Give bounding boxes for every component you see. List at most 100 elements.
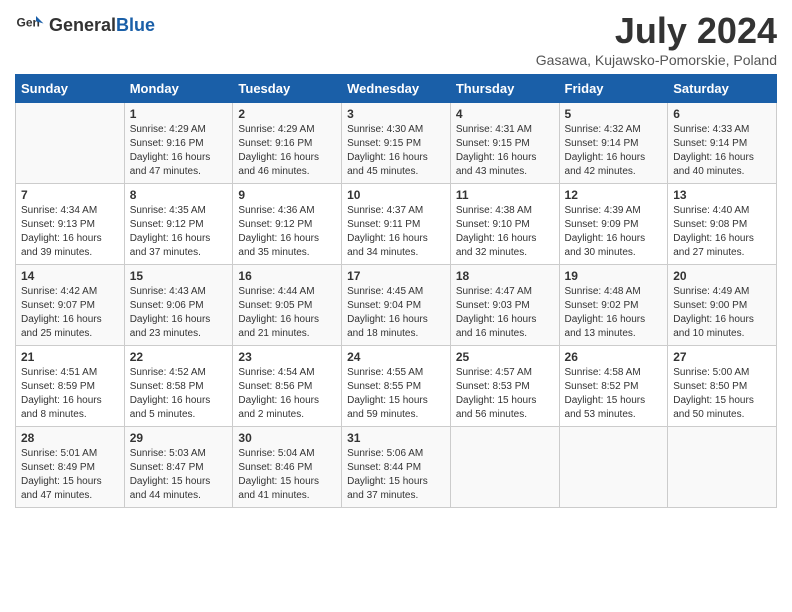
- day-number: 12: [565, 188, 663, 202]
- calendar-cell: 21 Sunrise: 4:51 AM Sunset: 8:59 PM Dayli…: [16, 346, 125, 427]
- calendar-cell: 9Sunrise: 4:36 AM Sunset: 9:12 PM Daylig…: [233, 184, 342, 265]
- day-info: Sunrise: 5:06 AM Sunset: 8:44 PM Dayligh…: [347, 447, 445, 503]
- calendar-cell: 19 Sunrise: 4:48 AM Sunset: 9:02 PM Dayli…: [559, 265, 668, 346]
- day-number: 26: [565, 350, 663, 364]
- day-info: Sunrise: 4:33 AM Sunset: 9:14 PM Dayligh…: [673, 123, 771, 179]
- day-number: 5: [565, 107, 663, 121]
- calendar-cell: 28Sunrise: 5:01 AM Sunset: 8:49 PM Dayli…: [16, 427, 125, 508]
- calendar-cell: 29 Sunrise: 5:03 AM Sunset: 8:47 PM Dayli…: [124, 427, 233, 508]
- main-title: July 2024: [536, 10, 777, 52]
- calendar-cell: 7Sunrise: 4:34 AM Sunset: 9:13 PM Daylig…: [16, 184, 125, 265]
- day-number: 22: [130, 350, 228, 364]
- day-info: Sunrise: 4:52 AM Sunset: 8:58 PM Dayligh…: [130, 366, 228, 422]
- header-saturday: Saturday: [668, 75, 777, 103]
- calendar-cell: [450, 427, 559, 508]
- header-wednesday: Wednesday: [342, 75, 451, 103]
- calendar-cell: 10Sunrise: 4:37 AM Sunset: 9:11 PM Dayli…: [342, 184, 451, 265]
- calendar-cell: 13 Sunrise: 4:40 AM Sunset: 9:08 PM Dayli…: [668, 184, 777, 265]
- calendar-cell: 18Sunrise: 4:47 AM Sunset: 9:03 PM Dayli…: [450, 265, 559, 346]
- day-info: Sunrise: 4:30 AM Sunset: 9:15 PM Dayligh…: [347, 123, 445, 179]
- calendar-cell: 25Sunrise: 4:57 AM Sunset: 8:53 PM Dayli…: [450, 346, 559, 427]
- day-number: 15: [130, 269, 228, 283]
- day-info: Sunrise: 4:31 AM Sunset: 9:15 PM Dayligh…: [456, 123, 554, 179]
- day-info: Sunrise: 4:55 AM Sunset: 8:55 PM Dayligh…: [347, 366, 445, 422]
- day-number: 27: [673, 350, 771, 364]
- header-monday: Monday: [124, 75, 233, 103]
- day-number: 21: [21, 350, 119, 364]
- calendar-cell: 17Sunrise: 4:45 AM Sunset: 9:04 PM Dayli…: [342, 265, 451, 346]
- calendar-cell: [16, 103, 125, 184]
- day-info: Sunrise: 4:36 AM Sunset: 9:12 PM Dayligh…: [238, 204, 336, 260]
- subtitle: Gasawa, Kujawsko-Pomorskie, Poland: [536, 52, 777, 68]
- day-info: Sunrise: 4:54 AM Sunset: 8:56 PM Dayligh…: [238, 366, 336, 422]
- day-number: 7: [21, 188, 119, 202]
- calendar-cell: 24 Sunrise: 4:55 AM Sunset: 8:55 PM Dayli…: [342, 346, 451, 427]
- day-number: 4: [456, 107, 554, 121]
- day-info: Sunrise: 4:47 AM Sunset: 9:03 PM Dayligh…: [456, 285, 554, 341]
- calendar-cell: 2 Sunrise: 4:29 AM Sunset: 9:16 PM Daylig…: [233, 103, 342, 184]
- calendar-cell: 4 Sunrise: 4:31 AM Sunset: 9:15 PM Daylig…: [450, 103, 559, 184]
- calendar-cell: [668, 427, 777, 508]
- header-friday: Friday: [559, 75, 668, 103]
- calendar-cell: 8 Sunrise: 4:35 AM Sunset: 9:12 PM Daylig…: [124, 184, 233, 265]
- day-number: 30: [238, 431, 336, 445]
- day-info: Sunrise: 4:51 AM Sunset: 8:59 PM Dayligh…: [21, 366, 119, 422]
- day-number: 14: [21, 269, 119, 283]
- day-number: 24: [347, 350, 445, 364]
- calendar-cell: 14 Sunrise: 4:42 AM Sunset: 9:07 PM Dayli…: [16, 265, 125, 346]
- day-number: 10: [347, 188, 445, 202]
- calendar-cell: 5 Sunrise: 4:32 AM Sunset: 9:14 PM Daylig…: [559, 103, 668, 184]
- day-number: 1: [130, 107, 228, 121]
- day-info: Sunrise: 5:03 AM Sunset: 8:47 PM Dayligh…: [130, 447, 228, 503]
- day-number: 20: [673, 269, 771, 283]
- calendar-cell: 3Sunrise: 4:30 AM Sunset: 9:15 PM Daylig…: [342, 103, 451, 184]
- day-number: 2: [238, 107, 336, 121]
- day-info: Sunrise: 4:44 AM Sunset: 9:05 PM Dayligh…: [238, 285, 336, 341]
- day-info: Sunrise: 4:29 AM Sunset: 9:16 PM Dayligh…: [130, 123, 228, 179]
- day-number: 19: [565, 269, 663, 283]
- day-number: 23: [238, 350, 336, 364]
- header-thursday: Thursday: [450, 75, 559, 103]
- logo-blue-text: Blue: [116, 15, 155, 35]
- day-info: Sunrise: 5:00 AM Sunset: 8:50 PM Dayligh…: [673, 366, 771, 422]
- header-tuesday: Tuesday: [233, 75, 342, 103]
- day-info: Sunrise: 4:32 AM Sunset: 9:14 PM Dayligh…: [565, 123, 663, 179]
- day-info: Sunrise: 4:45 AM Sunset: 9:04 PM Dayligh…: [347, 285, 445, 341]
- calendar-cell: 12Sunrise: 4:39 AM Sunset: 9:09 PM Dayli…: [559, 184, 668, 265]
- calendar-header-row: SundayMondayTuesdayWednesdayThursdayFrid…: [16, 75, 777, 103]
- week-row-5: 28Sunrise: 5:01 AM Sunset: 8:49 PM Dayli…: [16, 427, 777, 508]
- day-info: Sunrise: 4:29 AM Sunset: 9:16 PM Dayligh…: [238, 123, 336, 179]
- calendar-cell: 11Sunrise: 4:38 AM Sunset: 9:10 PM Dayli…: [450, 184, 559, 265]
- day-number: 6: [673, 107, 771, 121]
- calendar-cell: 16 Sunrise: 4:44 AM Sunset: 9:05 PM Dayli…: [233, 265, 342, 346]
- day-number: 13: [673, 188, 771, 202]
- calendar-cell: 22 Sunrise: 4:52 AM Sunset: 8:58 PM Dayli…: [124, 346, 233, 427]
- calendar-cell: 26Sunrise: 4:58 AM Sunset: 8:52 PM Dayli…: [559, 346, 668, 427]
- calendar-table: SundayMondayTuesdayWednesdayThursdayFrid…: [15, 74, 777, 508]
- header-sunday: Sunday: [16, 75, 125, 103]
- day-number: 25: [456, 350, 554, 364]
- day-number: 16: [238, 269, 336, 283]
- logo-icon: Gen: [15, 10, 45, 40]
- logo-general-text: General: [49, 15, 116, 35]
- day-number: 11: [456, 188, 554, 202]
- day-info: Sunrise: 4:43 AM Sunset: 9:06 PM Dayligh…: [130, 285, 228, 341]
- day-info: Sunrise: 4:49 AM Sunset: 9:00 PM Dayligh…: [673, 285, 771, 341]
- day-info: Sunrise: 4:40 AM Sunset: 9:08 PM Dayligh…: [673, 204, 771, 260]
- day-number: 29: [130, 431, 228, 445]
- day-number: 8: [130, 188, 228, 202]
- calendar-cell: 27 Sunrise: 5:00 AM Sunset: 8:50 PM Dayli…: [668, 346, 777, 427]
- week-row-3: 14 Sunrise: 4:42 AM Sunset: 9:07 PM Dayli…: [16, 265, 777, 346]
- calendar-cell: 31Sunrise: 5:06 AM Sunset: 8:44 PM Dayli…: [342, 427, 451, 508]
- calendar-cell: 15 Sunrise: 4:43 AM Sunset: 9:06 PM Dayli…: [124, 265, 233, 346]
- week-row-2: 7Sunrise: 4:34 AM Sunset: 9:13 PM Daylig…: [16, 184, 777, 265]
- day-info: Sunrise: 4:42 AM Sunset: 9:07 PM Dayligh…: [21, 285, 119, 341]
- calendar-cell: 6 Sunrise: 4:33 AM Sunset: 9:14 PM Daylig…: [668, 103, 777, 184]
- day-info: Sunrise: 5:01 AM Sunset: 8:49 PM Dayligh…: [21, 447, 119, 503]
- logo: Gen GeneralBlue: [15, 10, 155, 40]
- calendar-cell: 23 Sunrise: 4:54 AM Sunset: 8:56 PM Dayli…: [233, 346, 342, 427]
- week-row-1: 1 Sunrise: 4:29 AM Sunset: 9:16 PM Daylig…: [16, 103, 777, 184]
- day-info: Sunrise: 4:35 AM Sunset: 9:12 PM Dayligh…: [130, 204, 228, 260]
- calendar-cell: 1 Sunrise: 4:29 AM Sunset: 9:16 PM Daylig…: [124, 103, 233, 184]
- day-info: Sunrise: 4:48 AM Sunset: 9:02 PM Dayligh…: [565, 285, 663, 341]
